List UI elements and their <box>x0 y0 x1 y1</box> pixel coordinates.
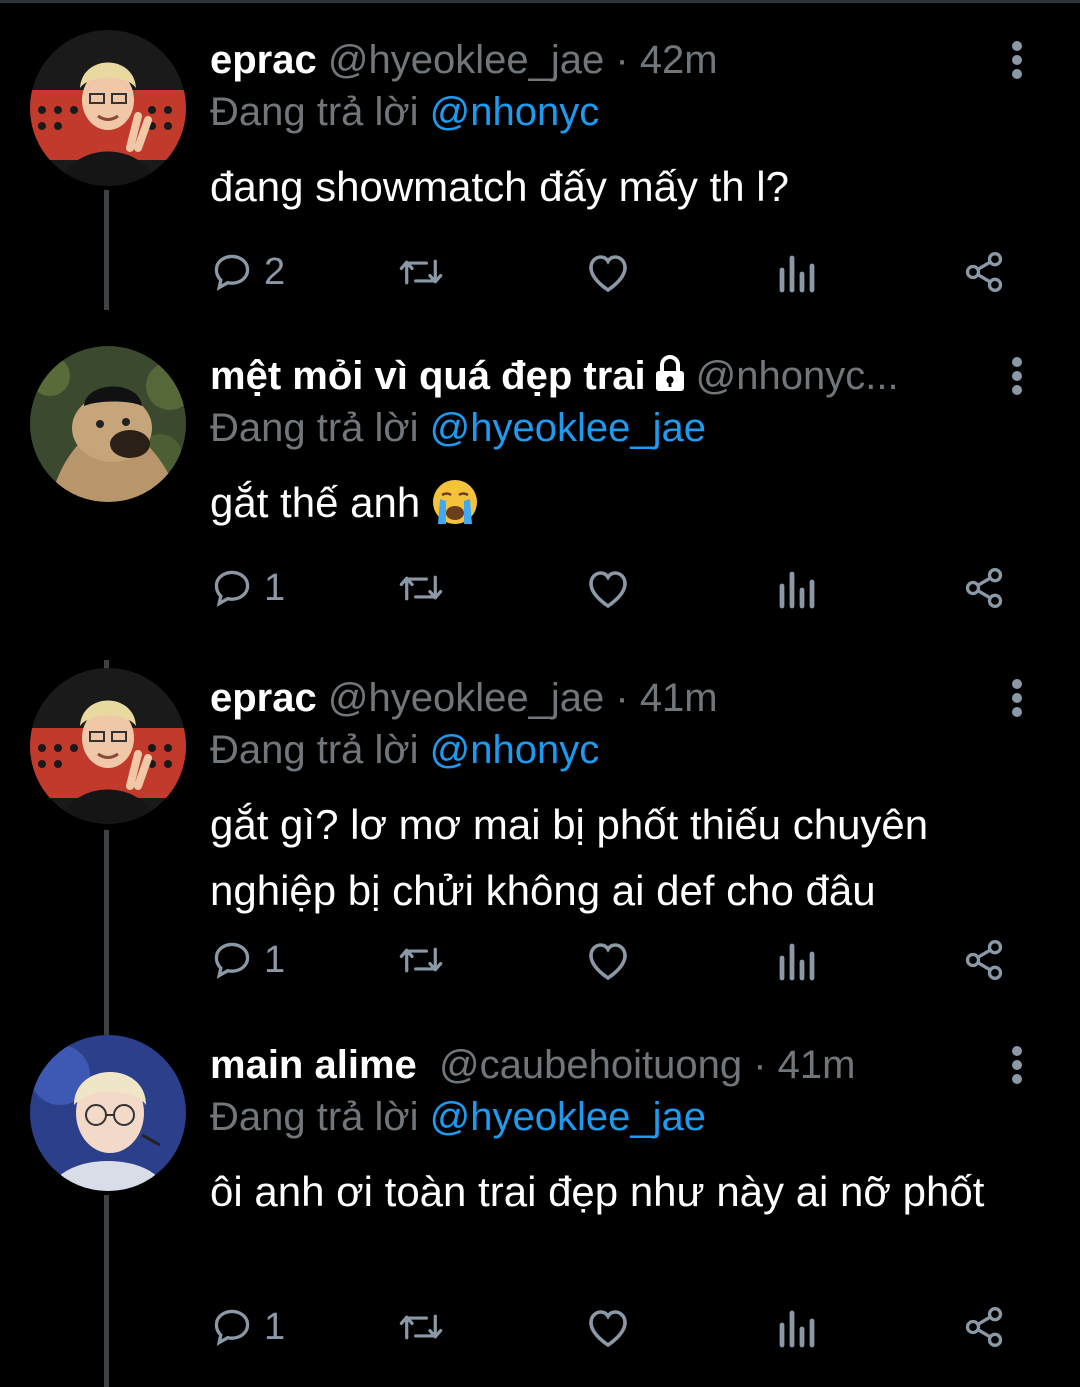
user-handle[interactable]: @hyeoklee_jae <box>328 38 604 82</box>
retweet-button[interactable] <box>396 1297 446 1357</box>
timestamp[interactable]: 41m <box>640 676 718 720</box>
reply-button[interactable]: 1 <box>210 1297 285 1357</box>
like-button[interactable] <box>584 558 632 618</box>
views-button[interactable] <box>776 242 816 302</box>
tweet-text: đang showmatch đấy mấy th l? <box>210 163 789 210</box>
avatar[interactable] <box>30 30 186 186</box>
reply-count: 1 <box>264 938 286 981</box>
replying-to: Đang trả lời @hyeoklee_jae <box>210 1089 706 1145</box>
avatar[interactable] <box>30 668 186 824</box>
tweet-text: gắt gì? lơ mơ mai bị phốt thiếu chuyên n… <box>210 801 929 914</box>
reply-button[interactable]: 2 <box>210 242 285 302</box>
like-button[interactable] <box>584 930 632 990</box>
reply-icon <box>214 570 250 607</box>
tweet-actions: 1 <box>210 1297 1030 1357</box>
separator: · <box>615 38 629 82</box>
retweet-icon <box>399 947 443 973</box>
tweet-text: ôi anh ơi toàn trai đẹp như này ai nỡ ph… <box>210 1168 985 1215</box>
retweet-icon <box>399 1314 443 1340</box>
replying-to-label: Đang trả lời <box>210 1095 419 1139</box>
tweet-header: eprac @hyeoklee_jae · 41m <box>210 668 1000 728</box>
timestamp[interactable]: 42m <box>640 38 718 82</box>
avatar[interactable] <box>30 1035 186 1191</box>
share-icon <box>965 568 1003 608</box>
replying-to: Đang trả lời @nhonyc <box>210 722 599 778</box>
retweet-icon <box>399 259 443 285</box>
crying-face-icon <box>433 480 478 524</box>
replying-to-label: Đang trả lời <box>210 406 419 450</box>
replying-to: Đang trả lời @nhonyc <box>210 84 599 140</box>
share-button[interactable] <box>962 242 1006 302</box>
replying-to: Đang trả lời @hyeoklee_jae <box>210 400 706 456</box>
share-icon <box>965 940 1003 980</box>
reply-count: 1 <box>264 1305 286 1348</box>
tweet-actions: 1 <box>210 930 1030 990</box>
user-handle[interactable]: @caubehoituong <box>439 1043 742 1087</box>
tweet[interactable]: eprac @hyeoklee_jae · 41m Đang trả lời @… <box>0 668 1080 1013</box>
tweet-actions: 2 <box>210 242 1030 302</box>
reply-icon <box>214 254 250 291</box>
analytics-icon <box>779 943 815 981</box>
tweet-header: mệt mỏi vì quá đẹp trai @nhonyc... <box>210 346 1000 406</box>
retweet-button[interactable] <box>396 242 446 302</box>
views-button[interactable] <box>776 558 816 618</box>
views-button[interactable] <box>776 930 816 990</box>
heart-icon <box>589 255 627 293</box>
heart-icon <box>589 943 627 981</box>
reply-count: 1 <box>264 566 286 609</box>
display-name[interactable]: mệt mỏi vì quá đẹp trai <box>210 354 646 398</box>
tweet-header: main alime @caubehoituong · 41m <box>210 1035 1000 1095</box>
display-name[interactable]: eprac <box>210 676 317 720</box>
display-name[interactable]: main alime <box>210 1043 417 1087</box>
share-button[interactable] <box>962 1297 1006 1357</box>
share-button[interactable] <box>962 558 1006 618</box>
tweet-text: gắt thế anh <box>210 479 421 526</box>
timestamp[interactable]: 41m <box>778 1043 856 1087</box>
mention-link[interactable]: @nhonyc <box>430 728 600 772</box>
views-button[interactable] <box>776 1297 816 1357</box>
tweet[interactable]: main alime @caubehoituong · 41m Đang trả… <box>0 1035 1080 1385</box>
more-options-icon[interactable] <box>1002 676 1032 720</box>
like-button[interactable] <box>584 242 632 302</box>
more-options-icon[interactable] <box>1002 38 1032 82</box>
share-button[interactable] <box>962 930 1006 990</box>
reply-icon <box>214 1309 250 1346</box>
analytics-icon <box>779 1310 815 1348</box>
separator: · <box>753 1043 767 1087</box>
tweet-actions: 1 <box>210 558 1030 618</box>
more-options-icon[interactable] <box>1002 354 1032 398</box>
share-icon <box>965 1307 1003 1347</box>
reply-button[interactable]: 1 <box>210 558 285 618</box>
display-name[interactable]: eprac <box>210 38 317 82</box>
more-options-icon[interactable] <box>1002 1043 1032 1087</box>
user-handle[interactable]: @nhonyc... <box>696 354 899 398</box>
reply-count: 2 <box>264 250 286 293</box>
mention-link[interactable]: @hyeoklee_jae <box>430 406 706 450</box>
tweet[interactable]: mệt mỏi vì quá đẹp trai @nhonyc... Đang t… <box>0 346 1080 646</box>
reply-icon <box>214 942 250 979</box>
tweet[interactable]: eprac @hyeoklee_jae · 42m Đang trả lời @… <box>0 30 1080 320</box>
mention-link[interactable]: @nhonyc <box>430 90 600 134</box>
like-button[interactable] <box>584 1297 632 1357</box>
retweet-icon <box>399 575 443 601</box>
top-divider <box>0 0 1080 3</box>
reply-button[interactable]: 1 <box>210 930 285 990</box>
analytics-icon <box>779 255 815 293</box>
heart-icon <box>589 1310 627 1348</box>
separator: · <box>615 676 629 720</box>
share-icon <box>965 252 1003 292</box>
retweet-button[interactable] <box>396 930 446 990</box>
mention-link[interactable]: @hyeoklee_jae <box>430 1095 706 1139</box>
heart-icon <box>589 571 627 609</box>
retweet-button[interactable] <box>396 558 446 618</box>
replying-to-label: Đang trả lời <box>210 90 419 134</box>
lock-icon <box>655 355 684 391</box>
replying-to-label: Đang trả lời <box>210 728 419 772</box>
tweet-text-container: gắt thế anh <box>210 470 1030 536</box>
avatar[interactable] <box>30 346 186 502</box>
tweet-header: eprac @hyeoklee_jae · 42m <box>210 30 1000 90</box>
user-handle[interactable]: @hyeoklee_jae <box>328 676 604 720</box>
analytics-icon <box>779 571 815 609</box>
